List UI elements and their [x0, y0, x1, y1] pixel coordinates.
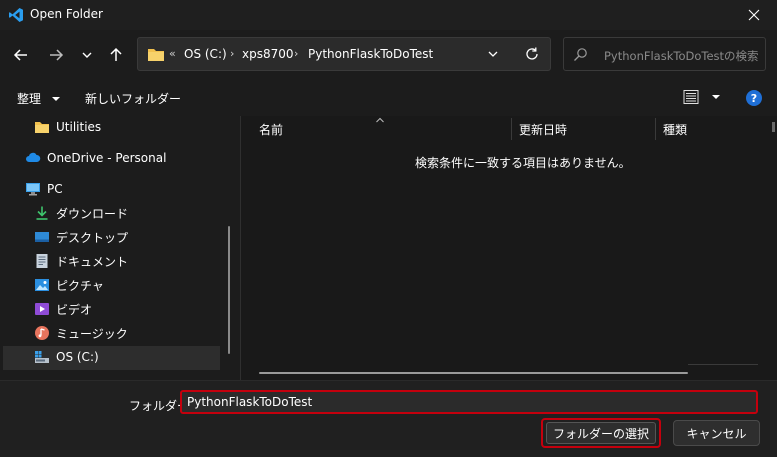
details-view-icon: [683, 90, 699, 104]
forward-button[interactable]: [45, 44, 67, 66]
video-icon: [35, 303, 49, 315]
arrow-right-icon: [50, 49, 64, 61]
search-box[interactable]: PythonFlaskToDoTestの検索: [563, 37, 766, 71]
sidebar-item-label: Utilities: [56, 120, 102, 134]
view-options-button[interactable]: [683, 89, 721, 105]
pictures-icon: [35, 279, 49, 291]
column-header-name[interactable]: 名前: [259, 118, 283, 140]
vertical-scroll-indicator[interactable]: [772, 122, 775, 132]
vscode-icon: [9, 8, 23, 22]
computer-icon: [26, 183, 40, 196]
sidebar-item-utilities[interactable]: Utilities: [34, 116, 101, 138]
organize-menu[interactable]: 整理: [17, 90, 61, 107]
sidebar-item-documents[interactable]: ドキュメント: [34, 250, 128, 272]
chevron-down-icon: [82, 52, 92, 58]
cancel-button[interactable]: キャンセル: [673, 420, 760, 446]
breadcrumb-separator[interactable]: ›: [294, 47, 298, 60]
navigation-scrollbar[interactable]: [228, 226, 230, 354]
sidebar-item-label: デスクトップ: [56, 230, 129, 245]
up-button[interactable]: [105, 44, 127, 66]
breadcrumb-current-folder[interactable]: PythonFlaskToDoTest: [308, 47, 433, 61]
search-placeholder: PythonFlaskToDoTestの検索: [604, 49, 759, 63]
select-folder-button[interactable]: フォルダーの選択: [541, 418, 661, 448]
recent-locations-button[interactable]: [76, 44, 98, 66]
help-button[interactable]: ?: [746, 90, 762, 106]
sidebar-item-label: ダウンロード: [56, 206, 129, 221]
address-bar[interactable]: « OS (C:) › xps8700 › PythonFlaskToDoTes…: [137, 37, 551, 71]
empty-results-message: 検索条件に一致する項目はありません。: [415, 156, 631, 170]
folder-icon: [35, 122, 49, 133]
navigation-pane[interactable]: Utilities OneDrive - Personal PC ダウンロード …: [0, 116, 232, 380]
chevron-down-icon[interactable]: [487, 47, 499, 61]
sidebar-item-music[interactable]: ミュージック: [34, 322, 128, 344]
select-folder-label: フォルダーの選択: [546, 422, 656, 444]
sidebar-item-label: PC: [47, 182, 63, 196]
scroll-track: [688, 364, 758, 365]
desktop-icon: [35, 232, 49, 242]
sidebar-item-label: ミュージック: [56, 326, 128, 341]
drive-icon: [35, 351, 49, 363]
download-icon: [36, 206, 48, 220]
arrow-left-icon: [13, 49, 27, 61]
column-header-type[interactable]: 種類: [663, 118, 687, 140]
address-overflow[interactable]: «: [169, 47, 176, 60]
horizontal-scrollbar[interactable]: [259, 372, 688, 374]
new-folder-button[interactable]: 新しいフォルダー: [85, 90, 181, 107]
folder-icon: [148, 49, 164, 61]
document-icon: [36, 254, 48, 268]
breadcrumb-xps8700[interactable]: xps8700: [242, 47, 294, 61]
sidebar-item-pictures[interactable]: ピクチャ: [34, 274, 104, 296]
column-separator[interactable]: [511, 118, 512, 140]
new-folder-label: 新しいフォルダー: [85, 92, 182, 106]
close-icon: [748, 9, 760, 21]
sidebar-item-label: ドキュメント: [56, 254, 129, 269]
file-list-pane[interactable]: 名前 更新日時 種類 検索条件に一致する項目はありません。: [241, 116, 777, 380]
sidebar-item-label: ビデオ: [56, 302, 93, 317]
sidebar-item-desktop[interactable]: デスクトップ: [34, 226, 128, 248]
sidebar-item-label: OS (C:): [56, 350, 99, 364]
column-separator[interactable]: [655, 118, 656, 140]
breadcrumb-separator[interactable]: ›: [230, 47, 234, 60]
sidebar-item-downloads[interactable]: ダウンロード: [34, 202, 128, 224]
folder-name-input[interactable]: [180, 390, 758, 414]
command-bar: 整理 新しいフォルダー ?: [0, 80, 777, 116]
cloud-icon: [26, 152, 41, 162]
arrow-up-icon: [110, 47, 122, 61]
column-header-modified[interactable]: 更新日時: [519, 118, 567, 140]
window-title: Open Folder: [30, 7, 103, 21]
search-icon: [574, 48, 587, 61]
chevron-down-icon: [51, 97, 60, 101]
back-button[interactable]: [10, 44, 32, 66]
chevron-down-icon: [711, 95, 720, 99]
organize-label: 整理: [17, 92, 42, 106]
breadcrumb-drive[interactable]: OS (C:): [184, 47, 227, 61]
sidebar-item-videos[interactable]: ビデオ: [34, 298, 92, 320]
title-bar: Open Folder: [0, 0, 777, 30]
sort-ascending-icon: [376, 117, 384, 123]
music-icon: [35, 326, 49, 340]
sidebar-item-onedrive[interactable]: OneDrive - Personal: [25, 147, 166, 169]
sidebar-item-label: OneDrive - Personal: [47, 151, 167, 165]
sidebar-item-os-drive[interactable]: OS (C:): [34, 346, 99, 368]
sidebar-item-label: ピクチャ: [56, 278, 104, 293]
close-button[interactable]: [731, 0, 777, 30]
dialog-footer: フォルダー: フォルダーの選択 キャンセル: [0, 380, 777, 457]
refresh-icon[interactable]: [524, 46, 540, 62]
sidebar-item-pc[interactable]: PC: [25, 178, 63, 200]
